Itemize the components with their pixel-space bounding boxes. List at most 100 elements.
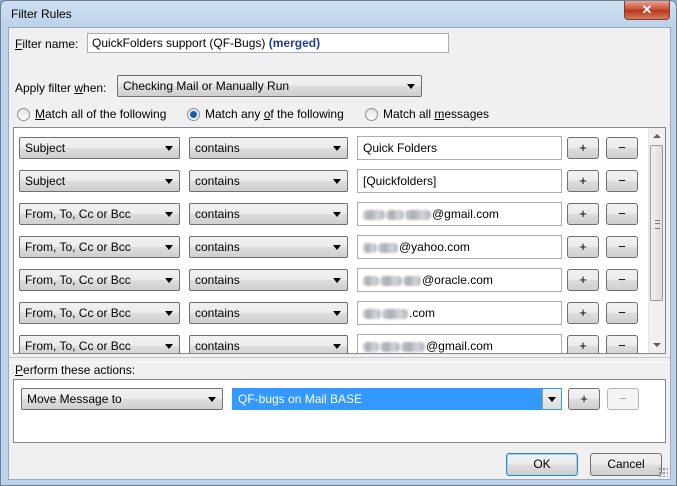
redacted-text xyxy=(386,209,404,220)
scroll-thumb[interactable] xyxy=(650,145,663,301)
rule-value-text: @yahoo.com xyxy=(399,240,470,254)
chevron-down-icon xyxy=(165,212,173,217)
match-all-messages-radio[interactable] xyxy=(365,108,378,121)
chevron-down-icon xyxy=(333,311,341,316)
add-rule-button[interactable]: + xyxy=(567,302,599,324)
scroll-down-button[interactable] xyxy=(649,337,665,353)
rule-field-value: Subject xyxy=(25,141,66,155)
chevron-down-icon xyxy=(165,311,173,316)
remove-rule-button[interactable]: − xyxy=(606,302,638,324)
rule-value-text: [Quickfolders] xyxy=(363,174,437,188)
redacted-text xyxy=(401,341,425,352)
rule-field-dropdown[interactable]: Subject xyxy=(19,170,180,192)
add-rule-button[interactable]: + xyxy=(567,236,599,258)
rule-value-input[interactable]: .com xyxy=(357,301,562,325)
add-action-button[interactable]: + xyxy=(568,388,600,410)
scroll-up-button[interactable] xyxy=(649,128,665,144)
rule-field-dropdown[interactable]: Subject xyxy=(19,137,180,159)
match-all-radio[interactable] xyxy=(17,108,30,121)
rule-field-value: Subject xyxy=(25,174,66,188)
merged-badge: (merged) xyxy=(268,36,321,50)
filter-name-label: Filter name: xyxy=(15,37,79,51)
rule-operator-dropdown[interactable]: contains xyxy=(189,236,348,258)
rule-field-value: From, To, Cc or Bcc xyxy=(25,207,131,221)
target-folder-dropdown[interactable]: QF-bugs on Mail BASE xyxy=(232,388,562,410)
rule-value-input[interactable]: @gmail.com xyxy=(357,202,562,226)
rule-value-input[interactable]: Quick Folders xyxy=(357,136,562,160)
rule-field-dropdown[interactable]: From, To, Cc or Bcc xyxy=(19,236,180,258)
rule-value-text: .com xyxy=(409,306,436,320)
rule-field-dropdown[interactable]: From, To, Cc or Bcc xyxy=(19,335,180,353)
rule-operator-value: contains xyxy=(195,339,240,353)
filter-rules-dialog: Filter Rules ✕ Filter name: QuickFolders… xyxy=(0,0,677,486)
dialog-body: Filter name: QuickFolders support (QF-Bu… xyxy=(8,27,671,480)
rule-field-value: From, To, Cc or Bcc xyxy=(25,306,131,320)
redacted-text xyxy=(363,209,385,220)
action-type-dropdown[interactable]: Move Message to xyxy=(21,388,223,410)
ok-button[interactable]: OK xyxy=(506,453,578,476)
chevron-down-icon xyxy=(542,389,561,409)
apply-filter-when-value: Checking Mail or Manually Run xyxy=(123,79,290,93)
match-any-radio[interactable] xyxy=(187,108,200,121)
rules-scrollbar[interactable] xyxy=(648,128,665,353)
rule-field-dropdown[interactable]: From, To, Cc or Bcc xyxy=(19,269,180,291)
redacted-text xyxy=(403,275,421,286)
rule-operator-dropdown[interactable]: contains xyxy=(189,170,348,192)
remove-rule-button[interactable]: − xyxy=(606,203,638,225)
rule-field-value: From, To, Cc or Bcc xyxy=(25,339,131,353)
add-rule-button[interactable]: + xyxy=(567,335,599,353)
remove-action-button[interactable]: − xyxy=(607,388,639,410)
add-rule-button[interactable]: + xyxy=(567,203,599,225)
rule-value-text: Quick Folders xyxy=(363,141,438,155)
redacted-text xyxy=(378,242,398,253)
rule-operator-value: contains xyxy=(195,273,240,287)
add-rule-button[interactable]: + xyxy=(567,269,599,291)
remove-rule-button[interactable]: − xyxy=(606,137,638,159)
filter-name-value: QuickFolders support (QF-Bugs) xyxy=(92,36,266,50)
remove-rule-button[interactable]: − xyxy=(606,170,638,192)
match-any-label[interactable]: Match any of the following xyxy=(205,107,344,121)
perform-actions-label: Perform these actions: xyxy=(15,363,136,377)
rule-operator-value: contains xyxy=(195,207,240,221)
apply-filter-when-dropdown[interactable]: Checking Mail or Manually Run xyxy=(117,75,422,97)
rule-row: From, To, Cc or Bcc contains @gmail.com + − xyxy=(14,198,648,231)
redacted-text xyxy=(363,308,381,319)
redacted-text xyxy=(380,341,400,352)
match-all-messages-label[interactable]: Match all messages xyxy=(383,107,489,121)
chevron-down-icon xyxy=(165,344,173,349)
remove-rule-button[interactable]: − xyxy=(606,269,638,291)
filter-name-input[interactable]: QuickFolders support (QF-Bugs) (merged) xyxy=(87,33,449,53)
match-all-label[interactable]: Match all of the following xyxy=(35,107,166,121)
close-button[interactable]: ✕ xyxy=(624,1,670,20)
window-title: Filter Rules xyxy=(11,7,72,21)
rule-value-input[interactable]: @gmail.com xyxy=(357,334,562,353)
actions-list: Move Message to QF-bugs on Mail BASE + − xyxy=(13,379,666,443)
chevron-down-icon xyxy=(333,212,341,217)
add-rule-button[interactable]: + xyxy=(567,170,599,192)
rule-operator-value: contains xyxy=(195,141,240,155)
rule-field-dropdown[interactable]: From, To, Cc or Bcc xyxy=(19,302,180,324)
title-bar[interactable]: Filter Rules ✕ xyxy=(1,1,676,25)
chevron-down-icon xyxy=(165,179,173,184)
rule-field-dropdown[interactable]: From, To, Cc or Bcc xyxy=(19,203,180,225)
rule-row: Subject contains Quick Folders + − xyxy=(14,132,648,165)
remove-rule-button[interactable]: − xyxy=(606,236,638,258)
rule-field-value: From, To, Cc or Bcc xyxy=(25,240,131,254)
add-rule-button[interactable]: + xyxy=(567,137,599,159)
chevron-down-icon xyxy=(208,397,216,402)
rule-value-input[interactable]: @yahoo.com xyxy=(357,235,562,259)
resize-grip-icon[interactable] xyxy=(658,467,668,477)
rule-operator-dropdown[interactable]: contains xyxy=(189,302,348,324)
rules-list[interactable]: Subject contains Quick Folders + − Subject con… xyxy=(13,127,666,354)
rule-operator-dropdown[interactable]: contains xyxy=(189,137,348,159)
rule-operator-dropdown[interactable]: contains xyxy=(189,269,348,291)
rule-operator-value: contains xyxy=(195,240,240,254)
remove-rule-button[interactable]: − xyxy=(606,335,638,353)
rule-value-input[interactable]: @oracle.com xyxy=(357,268,562,292)
apply-filter-when-label: Apply filter when: xyxy=(15,81,107,95)
chevron-down-icon xyxy=(333,245,341,250)
rule-value-input[interactable]: [Quickfolders] xyxy=(357,169,562,193)
rule-operator-dropdown[interactable]: contains xyxy=(189,335,348,353)
rule-operator-dropdown[interactable]: contains xyxy=(189,203,348,225)
cancel-button[interactable]: Cancel xyxy=(590,453,662,476)
